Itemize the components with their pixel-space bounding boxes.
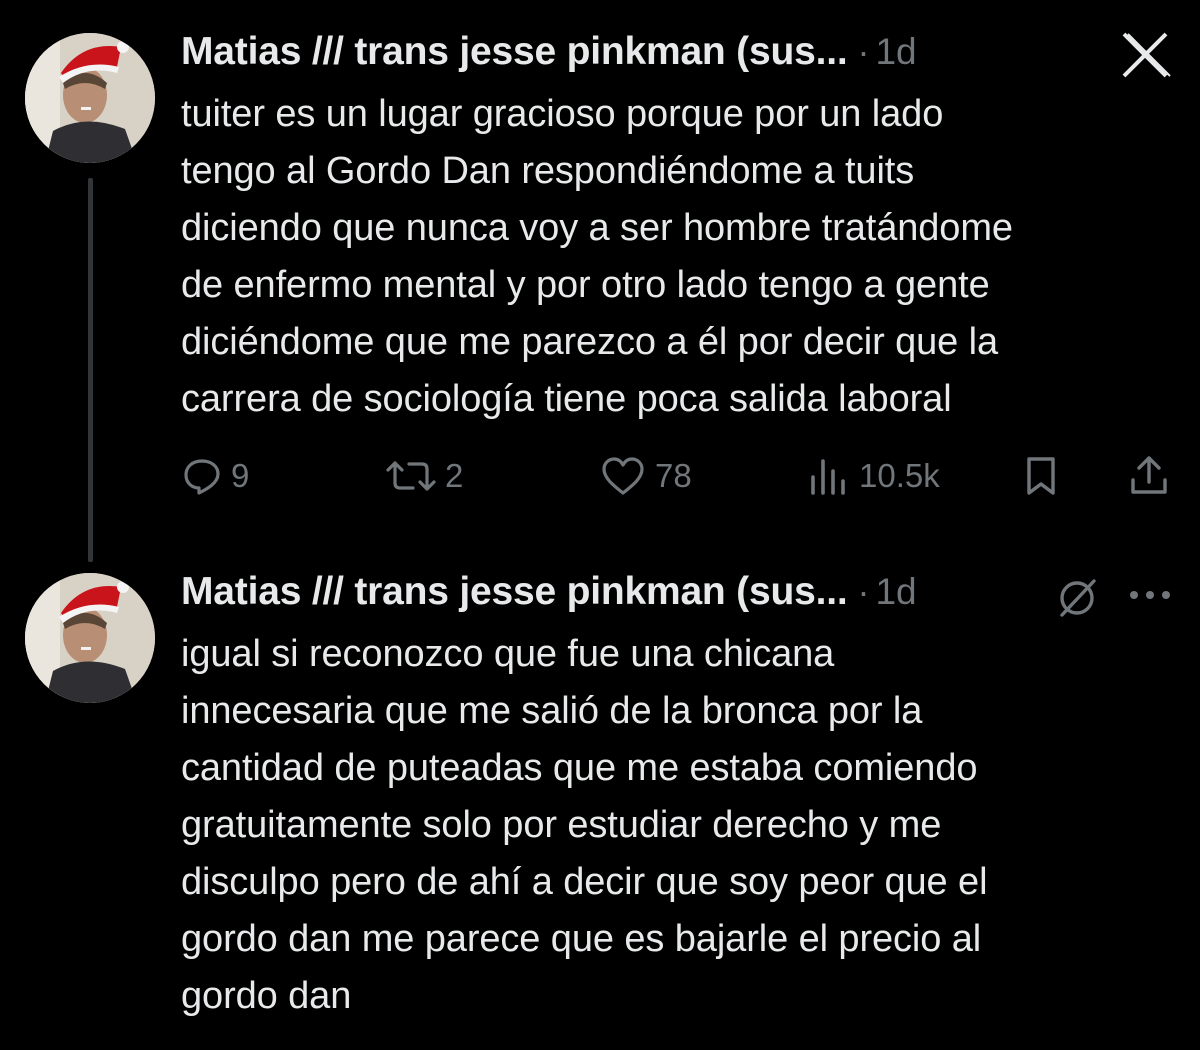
more-icon[interactable] bbox=[1126, 585, 1174, 605]
repost-icon bbox=[386, 461, 436, 491]
author-name[interactable]: Matias /// trans jesse pinkman (sus... bbox=[181, 30, 848, 74]
thread-line bbox=[88, 178, 93, 562]
views-count: 10.5k bbox=[859, 457, 940, 494]
avatar-image bbox=[25, 573, 155, 703]
timestamp[interactable]: 1d bbox=[875, 31, 916, 73]
views-icon bbox=[811, 459, 845, 495]
like-count: 78 bbox=[655, 457, 692, 494]
bookmark-icon bbox=[1027, 457, 1055, 495]
author-name[interactable]: Matias /// trans jesse pinkman (sus... bbox=[181, 570, 848, 614]
repost-count: 2 bbox=[445, 457, 464, 494]
avatar[interactable] bbox=[25, 33, 155, 163]
tweet-text: igual si reconozco que fue una chicana i… bbox=[181, 633, 988, 1017]
x-close-icon[interactable] bbox=[1118, 30, 1172, 80]
reply-icon bbox=[184, 459, 220, 495]
views-button[interactable]: 10.5k bbox=[807, 448, 940, 504]
share-button[interactable] bbox=[1127, 448, 1171, 504]
repost-button[interactable]: 2 bbox=[385, 448, 463, 504]
tweet-text: tuiter es un lugar gracioso porque por u… bbox=[181, 93, 1013, 420]
heart-icon bbox=[602, 457, 644, 495]
tweet-header: Matias /// trans jesse pinkman (sus... ·… bbox=[181, 30, 917, 78]
like-button[interactable]: 78 bbox=[599, 448, 692, 504]
reply-button[interactable]: 9 bbox=[181, 448, 249, 504]
share-icon bbox=[1131, 456, 1167, 494]
tweet-header: Matias /// trans jesse pinkman (sus... ·… bbox=[181, 570, 917, 618]
avatar-image bbox=[25, 33, 155, 163]
timestamp[interactable]: 1d bbox=[875, 571, 916, 613]
bookmark-button[interactable] bbox=[1021, 448, 1061, 504]
avatar[interactable] bbox=[25, 573, 155, 703]
action-bar: 9 2 78 10.5k bbox=[181, 448, 1181, 504]
reply-count: 9 bbox=[231, 457, 250, 494]
separator-dot: · bbox=[857, 31, 870, 72]
separator-dot: · bbox=[857, 571, 870, 612]
grok-icon[interactable] bbox=[1054, 575, 1100, 621]
